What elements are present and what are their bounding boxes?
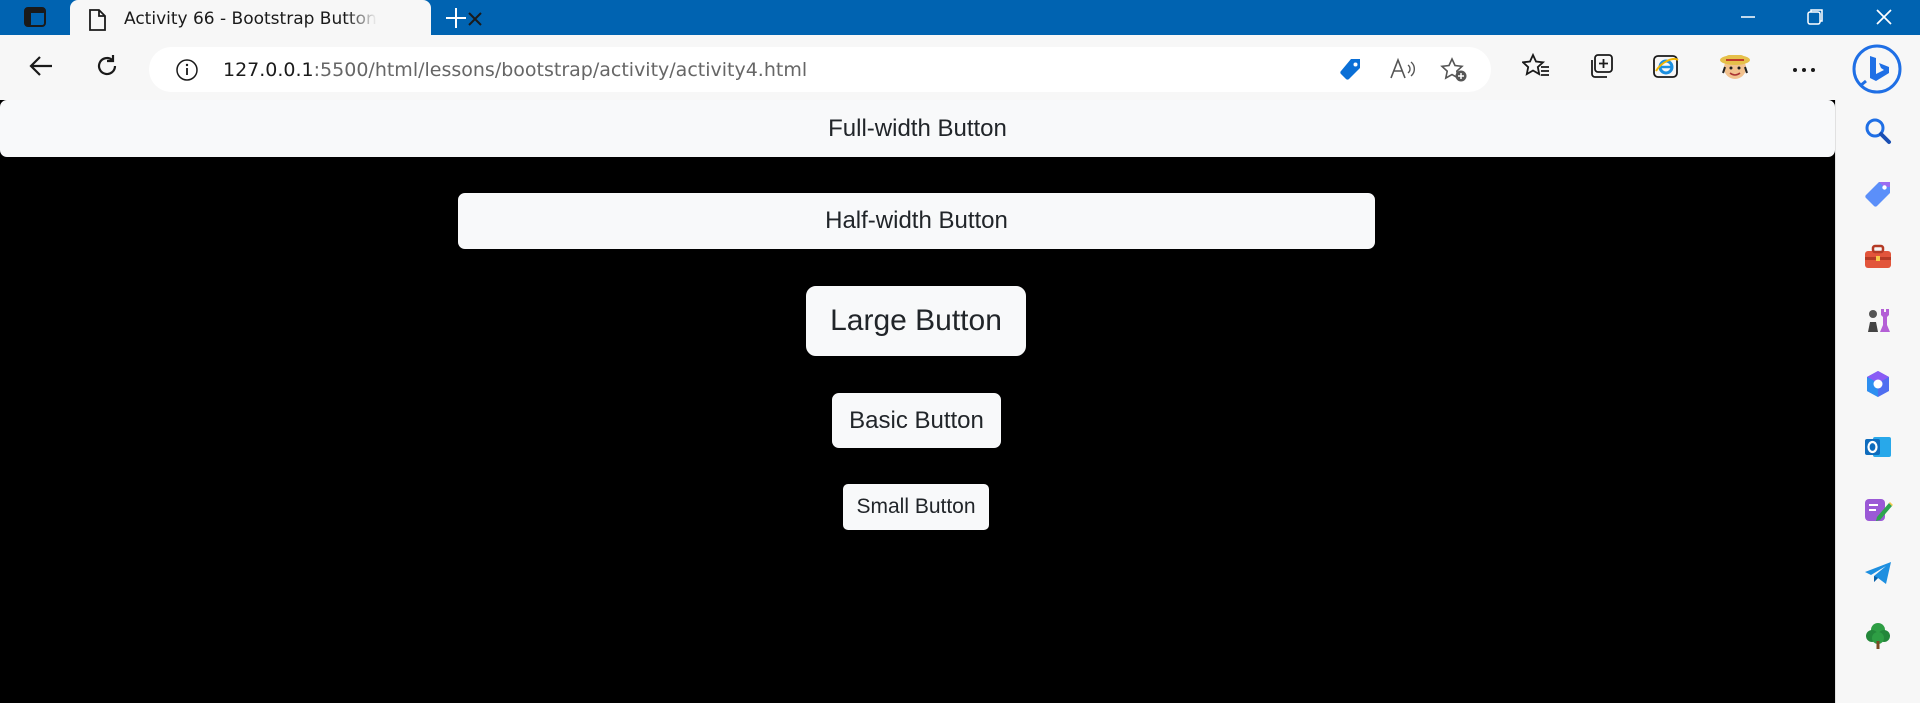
sidebar-item-tree[interactable] — [1862, 622, 1894, 654]
bing-chat-icon[interactable] — [1852, 44, 1902, 98]
favorites-button[interactable] — [1517, 49, 1555, 87]
collections-button[interactable] — [1582, 49, 1620, 87]
site-info-icon[interactable] — [175, 58, 199, 86]
full-width-button[interactable]: Full-width Button — [0, 100, 1835, 157]
more-button[interactable] — [1785, 49, 1823, 87]
new-tab-icon[interactable] — [444, 6, 468, 34]
back-button[interactable] — [22, 49, 60, 87]
collections-icon — [1588, 53, 1614, 83]
sidebar-item-microsoft365[interactable] — [1862, 370, 1894, 402]
favorites-icon — [1520, 52, 1550, 83]
close-window-icon[interactable] — [1872, 5, 1896, 33]
page-viewport: Full-width Button Half-width Button Larg… — [0, 100, 1835, 703]
large-button[interactable]: Large Button — [806, 286, 1026, 356]
sidebar-item-search[interactable] — [1862, 117, 1894, 149]
restore-icon[interactable] — [1803, 5, 1827, 33]
search-icon — [1864, 117, 1892, 149]
profile-button[interactable] — [1716, 49, 1754, 87]
browser-toolbar: 127.0.0.1:5500/html/lessons/bootstrap/ac… — [0, 35, 1920, 100]
more-icon — [1792, 59, 1816, 78]
back-icon — [28, 54, 54, 82]
title-bar: Activity 66 - Bootstrap Button Sizes — [0, 0, 1920, 40]
microsoft365-icon — [1863, 369, 1893, 403]
designer-icon — [1863, 495, 1893, 529]
sidebar-item-designer[interactable] — [1862, 496, 1894, 528]
add-favorite-icon[interactable] — [1440, 57, 1468, 87]
read-aloud-icon[interactable] — [1389, 57, 1417, 85]
page-icon — [88, 9, 106, 35]
url-host: 127.0.0.1 — [223, 59, 314, 81]
small-button[interactable]: Small Button — [843, 484, 989, 530]
sidebar-item-telegram[interactable] — [1862, 559, 1894, 591]
minimize-icon[interactable] — [1736, 5, 1760, 33]
telegram-icon — [1863, 560, 1893, 590]
shopping-icon — [1863, 179, 1893, 213]
refresh-button[interactable] — [88, 49, 126, 87]
tree-icon — [1863, 621, 1893, 655]
tab-actions-icon — [24, 6, 46, 31]
url-text[interactable]: 127.0.0.1:5500/html/lessons/bootstrap/ac… — [223, 59, 807, 81]
tab-title: Activity 66 - Bootstrap Button Sizes — [124, 9, 377, 29]
url-path: :5500/html/lessons/bootstrap/activity/ac… — [313, 59, 808, 81]
outlook-icon — [1863, 433, 1893, 465]
edge-sidebar — [1835, 100, 1920, 703]
profile-avatar — [1718, 49, 1752, 87]
tab-actions-button[interactable] — [14, 4, 56, 33]
address-bar[interactable]: 127.0.0.1:5500/html/lessons/bootstrap/ac… — [149, 47, 1491, 92]
tools-icon — [1863, 244, 1893, 274]
ie-mode-icon — [1652, 53, 1680, 83]
refresh-icon — [94, 53, 120, 83]
shopping-tag-icon[interactable] — [1337, 57, 1363, 87]
close-icon[interactable] — [466, 10, 484, 32]
games-icon — [1863, 305, 1893, 339]
browser-tab[interactable]: Activity 66 - Bootstrap Button Sizes — [70, 0, 482, 40]
sidebar-item-shopping[interactable] — [1862, 180, 1894, 212]
sidebar-item-outlook[interactable] — [1862, 433, 1894, 465]
basic-button[interactable]: Basic Button — [832, 393, 1001, 448]
half-width-button[interactable]: Half-width Button — [458, 193, 1375, 249]
sidebar-item-games[interactable] — [1862, 306, 1894, 338]
sidebar-item-tools[interactable] — [1862, 243, 1894, 275]
ie-mode-button[interactable] — [1647, 49, 1685, 87]
